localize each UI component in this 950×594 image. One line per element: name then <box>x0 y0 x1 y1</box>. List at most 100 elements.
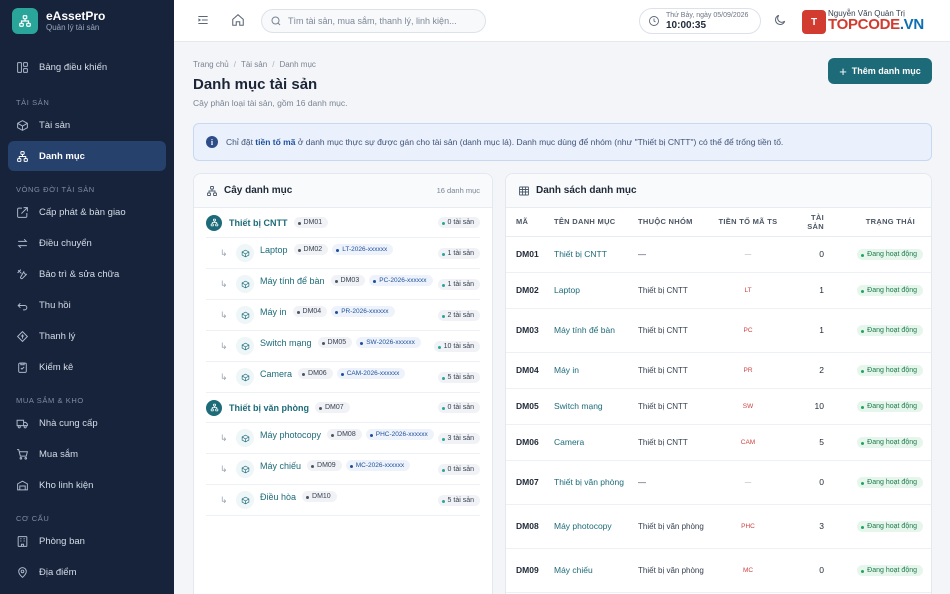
status-badge: Đang hoạt động <box>857 437 923 448</box>
cell-prefix: LT <box>710 272 786 309</box>
cell-code: DM02 <box>506 272 548 309</box>
menu-toggle-button[interactable] <box>196 13 212 29</box>
status-badge: Đang hoạt động <box>857 565 923 576</box>
category-tree-count: 16 danh mục <box>436 186 480 195</box>
sidebar-item-recall[interactable]: Thu hồi <box>8 290 166 320</box>
theme-toggle-button[interactable] <box>773 13 789 29</box>
box-icon-wrap <box>236 429 254 447</box>
add-category-button[interactable]: + Thêm danh mục <box>828 58 932 84</box>
cell-group: Thiết bị CNTT <box>632 388 710 425</box>
tree-node-body: Camera DM06 CAM-2026-xxxxxx <box>260 368 438 379</box>
avatar: T <box>802 10 826 34</box>
box-icon-wrap <box>236 337 254 355</box>
sidebar-item-transfer[interactable]: Điều chuyển <box>8 228 166 258</box>
tree-child-node[interactable]: ↳ Switch mạng DM05 SW-2026-xxxxxx 10 tài sản <box>206 331 480 362</box>
home-button[interactable] <box>231 13 247 29</box>
tree-node-line: Máy photocopy DM08 PHC-2026-xxxxxx <box>260 429 438 440</box>
sidebar-item-assets[interactable]: Tài sản <box>8 110 166 140</box>
column-header-name[interactable]: TÊN DANH MỤC <box>548 208 632 237</box>
user-menu[interactable]: T Nguyễn Văn Quản Trị TOPCODE.VN <box>802 6 946 36</box>
table-row[interactable]: DM03 Máy tính để bàn Thiết bị CNTT PC 1 Đang … <box>506 308 931 353</box>
sidebar-item-inventory[interactable]: Kiểm kê <box>8 352 166 382</box>
cell-group: — <box>632 236 710 273</box>
cell-prefix: SW <box>710 388 786 425</box>
search-box[interactable] <box>261 9 486 33</box>
table-row[interactable]: DM04 Máy in Thiết bị CNTT PR 2 Đang hoạt động <box>506 352 931 389</box>
cell-name-link[interactable]: Laptop <box>548 272 632 309</box>
table-row[interactable]: DM09 Máy chiếu Thiết bị văn phòng MC 0 Đang h… <box>506 548 931 593</box>
tree-root-node[interactable]: Thiết bị CNTT DM01 0 tài sản <box>206 208 480 238</box>
tree-child-node[interactable]: ↳ Máy in DM04 PR-2026-xxxxxx 2 tài sản <box>206 300 480 331</box>
category-tree: Thiết bị CNTT DM01 0 tài sản ↳ Laptop DM02 LT-… <box>194 208 492 516</box>
status-badge: Đang hoạt động <box>857 477 923 488</box>
tree-root-node[interactable]: Thiết bị văn phòng DM07 0 tài sản <box>206 393 480 423</box>
cell-name-link[interactable]: Thiết bị CNTT <box>548 236 632 273</box>
branch-arrow-icon: ↳ <box>220 372 228 382</box>
table-row[interactable]: DM01 Thiết bị CNTT — —0 Đang hoạt động <box>506 236 931 273</box>
sidebar-item-maintenance[interactable]: Bảo trì & sửa chữa <box>8 259 166 289</box>
asset-count-badge: 2 tài sản <box>437 309 480 321</box>
hierarchy-icon <box>210 403 218 412</box>
tree-node-line: Máy chiếu DM09 MC-2026-xxxxxx <box>260 460 438 471</box>
category-list-card: Danh sách danh mục MÃ TÊN DANH MỤC THUỘC… <box>505 173 932 594</box>
cell-name-link[interactable]: Máy tính để bàn <box>548 308 632 353</box>
table-row[interactable]: DM08 Máy photocopy Thiết bị văn phòng PHC 3 Đ… <box>506 504 931 549</box>
table-row[interactable]: DM06 Camera Thiết bị CNTT CAM 5 Đang hoạt độn… <box>506 424 931 461</box>
cart-icon <box>17 448 28 460</box>
tree-child-node[interactable]: ↳ Máy tính để bàn DM03 PC-2026-xxxxxx 1 tài … <box>206 269 480 300</box>
tree-child-node[interactable]: ↳ Máy chiếu DM09 MC-2026-xxxxxx 0 tài sản <box>206 454 480 485</box>
cell-code: DM04 <box>506 352 548 389</box>
cell-name-link[interactable]: Máy photocopy <box>548 504 632 549</box>
sidebar-item-locations[interactable]: Địa điểm <box>8 557 166 587</box>
table-row[interactable]: DM05 Switch mạng Thiết bị CNTT SW 10 Đang hoạ… <box>506 388 931 425</box>
category-code-badge: DM05 <box>317 337 353 348</box>
truck-icon <box>16 419 28 428</box>
cell-name-link[interactable]: Switch mạng <box>548 388 632 425</box>
sidebar-item-departments[interactable]: Phòng ban <box>8 526 166 556</box>
cell-name-link[interactable]: Thiết bị văn phòng <box>548 460 632 505</box>
sidebar-item-label: Cấp phát & bàn giao <box>39 206 126 218</box>
cell-name-link[interactable]: Camera <box>548 424 632 461</box>
status-badge: Đang hoạt động <box>857 401 923 412</box>
sidebar-item-dashboard[interactable]: Bảng điều khiển <box>8 52 166 82</box>
sidebar-item-suppliers[interactable]: Nhà cung cấp <box>8 408 166 438</box>
sidebar-item-parts-warehouse[interactable]: Kho linh kiện <box>8 470 166 500</box>
column-header-prefix[interactable]: TIỀN TỐ MÃ TS <box>710 208 786 237</box>
sidebar-item-liquidation[interactable]: Thanh lý <box>8 321 166 351</box>
sidebar-nav: Bảng điều khiển TÀI SẢN Tài sản Danh mục… <box>0 42 174 592</box>
column-header-code[interactable]: MÃ <box>506 208 548 237</box>
tree-child-node[interactable]: ↳ Máy photocopy DM08 PHC-2026-xxxxxx 3 tài s… <box>206 423 480 454</box>
column-header-group[interactable]: THUỘC NHÓM <box>632 208 710 237</box>
breadcrumb-assets[interactable]: Tài sản <box>241 60 267 69</box>
box-icon-wrap <box>236 306 254 324</box>
tree-child-node[interactable]: ↳ Điều hòa DM10 5 tài sản <box>206 485 480 516</box>
table-row[interactable]: DM02 Laptop Thiết bị CNTT LT 1 Đang hoạt động <box>506 272 931 309</box>
branch-arrow-icon: ↳ <box>220 341 228 351</box>
cell-name-link[interactable]: Máy chiếu <box>548 548 632 593</box>
tree-child-node[interactable]: ↳ Camera DM06 CAM-2026-xxxxxx 5 tài sản <box>206 362 480 393</box>
table-row[interactable]: DM07 Thiết bị văn phòng — —0 Đang hoạt động <box>506 460 931 505</box>
home-icon <box>232 14 244 26</box>
column-header-assets[interactable]: TÀI SẢN <box>786 208 830 237</box>
category-code-badge: DM09 <box>307 460 342 471</box>
column-header-status[interactable]: TRẠNG THÁI <box>830 208 931 237</box>
box-icon <box>241 434 249 442</box>
cell-asset-count: 1 <box>786 308 830 353</box>
plus-icon: + <box>839 63 847 79</box>
asset-count-badge: 0 tài sản <box>437 402 480 413</box>
sidebar-item-categories[interactable]: Danh mục <box>8 141 166 171</box>
cell-group: Thiết bị CNTT <box>632 308 710 353</box>
box-icon-wrap <box>236 460 254 478</box>
sidebar-item-label: Thanh lý <box>39 330 76 342</box>
cell-name-link[interactable]: Máy in <box>548 352 632 389</box>
tree-child-node[interactable]: ↳ Laptop DM02 LT-2026-xxxxxx 1 tài sản <box>206 238 480 269</box>
sidebar-item-label: Kho linh kiện <box>39 479 94 491</box>
brand[interactable]: eAssetPro Quản lý tài sản <box>0 0 174 42</box>
table-icon <box>519 186 529 195</box>
cell-prefix: CAM <box>710 424 786 461</box>
cell-status: Đang hoạt động <box>830 388 931 425</box>
breadcrumb-home[interactable]: Trang chủ <box>193 60 229 69</box>
search-input[interactable] <box>288 16 478 26</box>
sidebar-item-procurement[interactable]: Mua sắm <box>8 439 166 469</box>
sidebar-item-allocation[interactable]: Cấp phát & bàn giao <box>8 197 166 227</box>
